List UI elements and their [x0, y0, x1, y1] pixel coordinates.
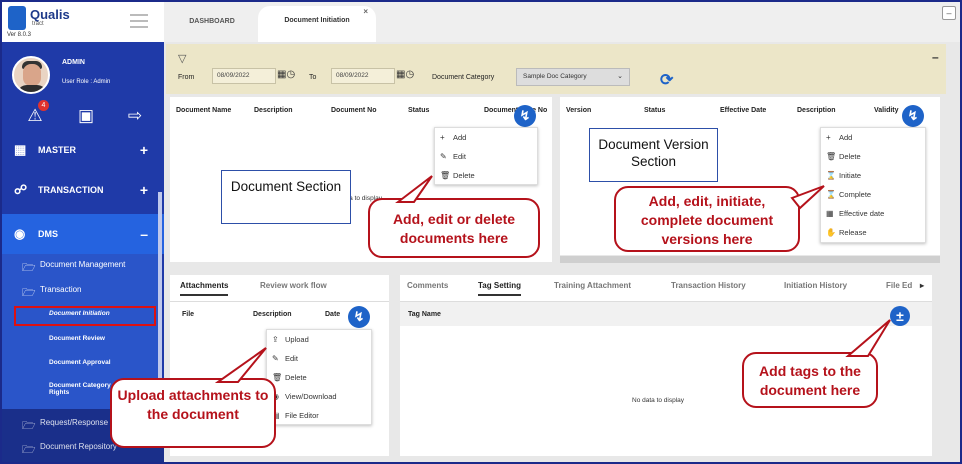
app-window: Qualis tract Ver 8.0.3 ADMIN User Role :…: [2, 2, 960, 462]
pointer-doc: [395, 175, 433, 203]
pointer-version: [790, 185, 825, 210]
pointer-attach: [214, 347, 267, 383]
callout-pointers: [214, 175, 891, 383]
pointer-tags: [845, 319, 891, 357]
